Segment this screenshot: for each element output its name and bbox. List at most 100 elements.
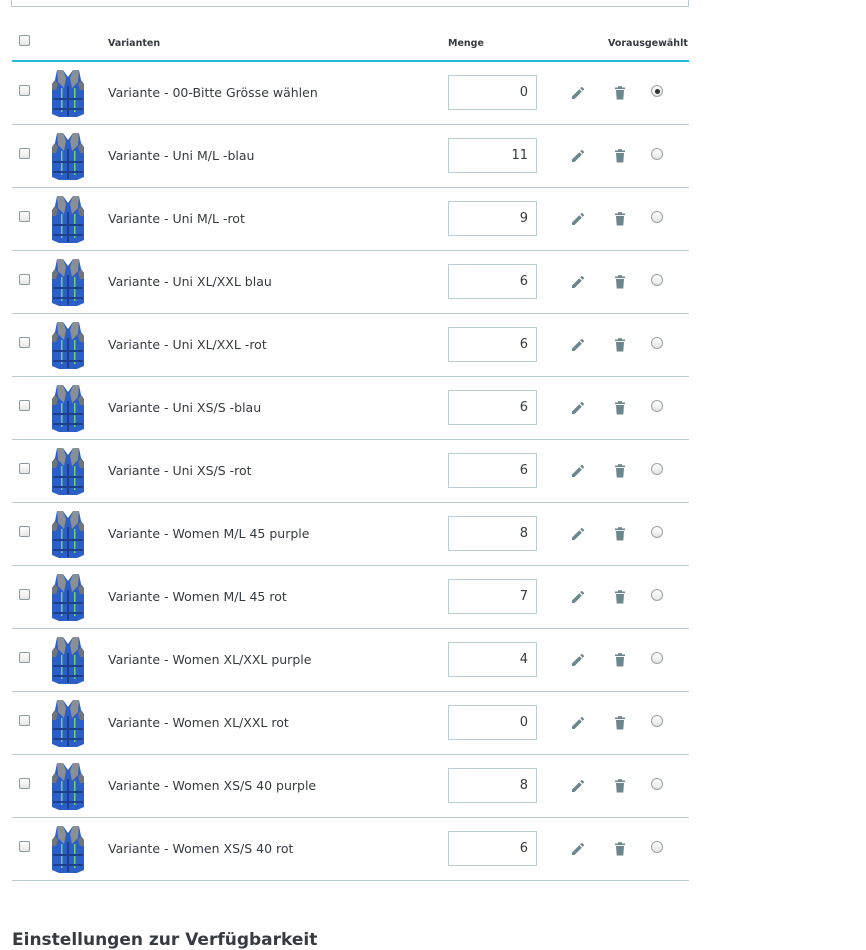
variant-name: Variante - Uni M/L -blau (108, 148, 255, 163)
row-checkbox[interactable] (19, 211, 30, 222)
table-body: Variante - 00-Bitte Grösse wählen 0 Vari… (12, 62, 689, 881)
default-radio[interactable] (651, 841, 663, 853)
row-checkbox[interactable] (19, 526, 30, 537)
trash-icon[interactable] (612, 589, 628, 605)
trash-icon[interactable] (612, 652, 628, 668)
pencil-icon[interactable] (570, 85, 586, 101)
trash-icon[interactable] (612, 274, 628, 290)
life-vest-image (52, 385, 84, 432)
default-radio[interactable] (651, 463, 663, 475)
variant-name: Variante - Women XL/XXL purple (108, 652, 312, 667)
variant-name: Variante - 00-Bitte Grösse wählen (108, 85, 318, 100)
default-radio[interactable] (651, 589, 663, 601)
pencil-icon[interactable] (570, 400, 586, 416)
variant-name: Variante - Women XS/S 40 rot (108, 841, 294, 856)
variant-name: Variante - Uni XS/S -rot (108, 463, 252, 478)
pencil-icon[interactable] (570, 841, 586, 857)
life-vest-image (52, 637, 84, 684)
trash-icon[interactable] (612, 526, 628, 542)
trash-icon[interactable] (612, 463, 628, 479)
trash-icon[interactable] (612, 841, 628, 857)
quantity-input[interactable]: 8 (448, 768, 537, 803)
table-row: Variante - Women M/L 45 purple 8 (12, 503, 689, 566)
trash-icon[interactable] (612, 337, 628, 353)
quantity-input[interactable]: 4 (448, 642, 537, 677)
life-vest-image (52, 70, 84, 117)
pencil-icon[interactable] (570, 274, 586, 290)
default-radio[interactable] (651, 652, 663, 664)
quantity-input[interactable]: 0 (448, 705, 537, 740)
pencil-icon[interactable] (570, 526, 586, 542)
default-radio[interactable] (651, 274, 663, 286)
header-quantity: Menge (448, 38, 484, 49)
row-checkbox[interactable] (19, 715, 30, 726)
quantity-input[interactable]: 9 (448, 201, 537, 236)
row-checkbox[interactable] (19, 337, 30, 348)
default-radio[interactable] (651, 715, 663, 727)
trash-icon[interactable] (612, 778, 628, 794)
default-radio[interactable] (651, 211, 663, 223)
quantity-input[interactable]: 7 (448, 579, 537, 614)
row-checkbox[interactable] (19, 778, 30, 789)
default-radio[interactable] (651, 778, 663, 790)
default-radio[interactable] (651, 337, 663, 349)
pencil-icon[interactable] (570, 778, 586, 794)
table-row: Variante - 00-Bitte Grösse wählen 0 (12, 62, 689, 125)
life-vest-image (52, 259, 84, 306)
life-vest-image (52, 133, 84, 180)
variant-name: Variante - Uni M/L -rot (108, 211, 245, 226)
default-radio[interactable] (651, 400, 663, 412)
header-default: Vorausgewählt (608, 38, 688, 49)
select-all-checkbox[interactable] (19, 35, 30, 46)
row-checkbox[interactable] (19, 85, 30, 96)
row-checkbox[interactable] (19, 652, 30, 663)
header-variants: Varianten (108, 38, 161, 49)
variant-name: Variante - Women XL/XXL rot (108, 715, 289, 730)
variant-name: Variante - Uni XL/XXL -rot (108, 337, 267, 352)
row-checkbox[interactable] (19, 274, 30, 285)
life-vest-image (52, 196, 84, 243)
default-radio[interactable] (651, 148, 663, 160)
pencil-icon[interactable] (570, 715, 586, 731)
table-row: Variante - Women M/L 45 rot 7 (12, 566, 689, 629)
trash-icon[interactable] (612, 211, 628, 227)
quantity-input[interactable]: 8 (448, 516, 537, 551)
row-checkbox[interactable] (19, 463, 30, 474)
life-vest-image (52, 763, 84, 810)
trash-icon[interactable] (612, 400, 628, 416)
variant-name: Variante - Uni XS/S -blau (108, 400, 262, 415)
quantity-input[interactable]: 6 (448, 390, 537, 425)
pencil-icon[interactable] (570, 589, 586, 605)
quantity-input[interactable]: 6 (448, 831, 537, 866)
quantity-input[interactable]: 6 (448, 453, 537, 488)
pencil-icon[interactable] (570, 148, 586, 164)
pencil-icon[interactable] (570, 652, 586, 668)
row-checkbox[interactable] (19, 841, 30, 852)
table-row: Variante - Uni XL/XXL -rot 6 (12, 314, 689, 377)
trash-icon[interactable] (612, 148, 628, 164)
table-row: Variante - Uni M/L -rot 9 (12, 188, 689, 251)
row-checkbox[interactable] (19, 589, 30, 600)
section-title-availability: Einstellungen zur Verfügbarkeit (12, 930, 318, 950)
life-vest-image (52, 448, 84, 495)
pencil-icon[interactable] (570, 463, 586, 479)
quantity-input[interactable]: 11 (448, 138, 537, 173)
quantity-input[interactable]: 6 (448, 327, 537, 362)
life-vest-image (52, 700, 84, 747)
life-vest-image (52, 574, 84, 621)
quantity-input[interactable]: 0 (448, 75, 537, 110)
pencil-icon[interactable] (570, 337, 586, 353)
trash-icon[interactable] (612, 715, 628, 731)
life-vest-image (52, 511, 84, 558)
trash-icon[interactable] (612, 85, 628, 101)
default-radio[interactable] (651, 526, 663, 538)
variants-table: Varianten Menge Vorausgewählt Variante -… (12, 24, 689, 881)
previous-panel-edge (11, 0, 689, 7)
row-checkbox[interactable] (19, 400, 30, 411)
pencil-icon[interactable] (570, 211, 586, 227)
quantity-input[interactable]: 6 (448, 264, 537, 299)
default-radio[interactable] (651, 85, 663, 97)
table-row: Variante - Women XS/S 40 purple 8 (12, 755, 689, 818)
table-row: Variante - Women XS/S 40 rot 6 (12, 818, 689, 881)
row-checkbox[interactable] (19, 148, 30, 159)
